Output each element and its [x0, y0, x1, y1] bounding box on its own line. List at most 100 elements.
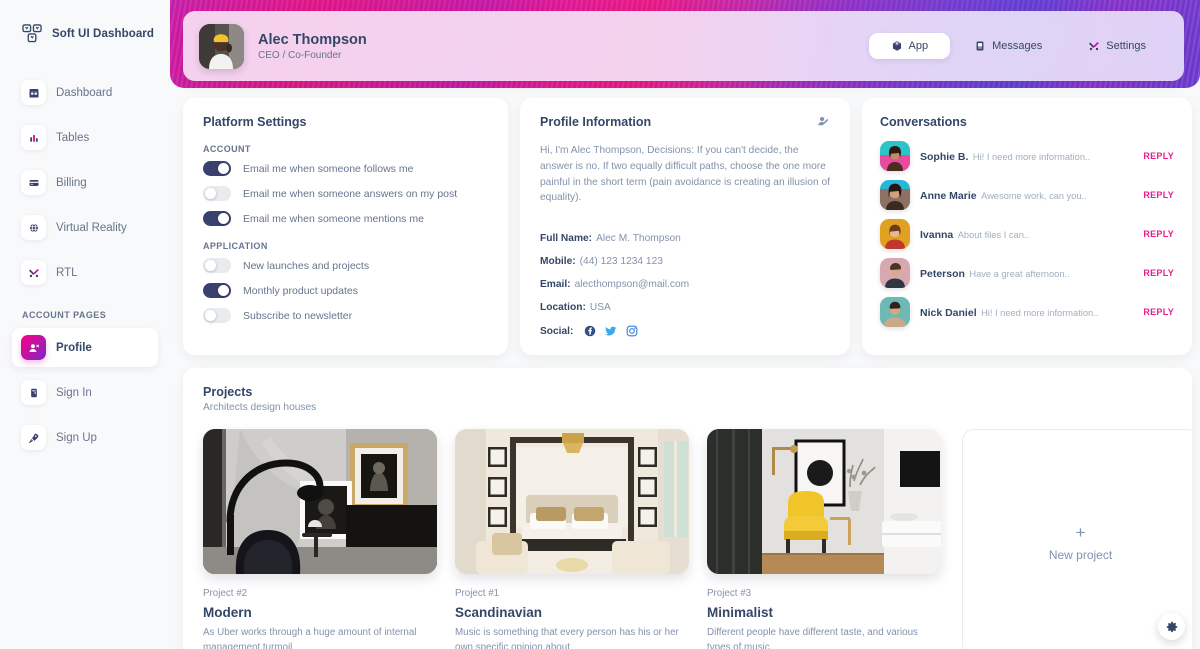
- project-name[interactable]: Scandinavian: [455, 605, 689, 620]
- gear-icon: [1166, 621, 1178, 633]
- tab-settings[interactable]: Settings: [1066, 33, 1168, 59]
- sidebar-item-profile[interactable]: Profile: [12, 328, 158, 367]
- toggle-newsletter[interactable]: [203, 308, 231, 323]
- new-project-card[interactable]: + New project: [962, 429, 1192, 649]
- account-section-label: ACCOUNT: [203, 144, 251, 154]
- field-location: Location: USA: [540, 302, 830, 313]
- list-item[interactable]: Peterson Have a great afternoon.. REPLY: [880, 258, 1174, 288]
- sign-up-rocket-icon: [21, 425, 46, 450]
- app-cube-icon: [891, 40, 903, 52]
- project-description: As Uber works through a huge amount of i…: [203, 627, 417, 649]
- toggle-knob: [205, 188, 216, 199]
- toggle-email-answers[interactable]: [203, 186, 231, 201]
- reply-button[interactable]: REPLY: [1143, 151, 1174, 161]
- project-number: Project #1: [455, 588, 500, 599]
- application-section-label: APPLICATION: [203, 241, 268, 251]
- project-image-minimalist[interactable]: [707, 429, 941, 574]
- tab-app[interactable]: App: [868, 33, 951, 59]
- avatar: [880, 297, 910, 327]
- platform-settings-title: Platform Settings: [203, 115, 307, 129]
- contact-message: Awesome work, can you..: [981, 191, 1087, 201]
- sidebar-item-billing[interactable]: Billing: [12, 163, 158, 202]
- tab-label: Messages: [992, 40, 1043, 52]
- projects-card: Projects Architects design houses Projec…: [183, 368, 1192, 649]
- tab-label: Settings: [1106, 40, 1146, 52]
- field-label: Full Name:: [540, 233, 593, 245]
- edit-user-icon[interactable]: [817, 115, 830, 133]
- project-name[interactable]: Modern: [203, 605, 437, 620]
- conversation-meta: Sophie B. Hi! I need more information..: [920, 147, 1133, 165]
- project-card-scandinavian[interactable]: Project #1 Scandinavian Music is somethi…: [455, 429, 707, 649]
- setting-label: Monthly product updates: [243, 284, 358, 297]
- projects-title: Projects: [203, 385, 253, 399]
- plus-icon: +: [1075, 523, 1086, 542]
- sidebar-item-label: RTL: [56, 266, 78, 279]
- new-project-label: New project: [1048, 548, 1113, 562]
- setting-row: Email me when someone follows me: [203, 161, 488, 176]
- profile-header-text: Alec Thompson CEO / Co-Founder: [258, 31, 367, 61]
- toggle-monthly-updates[interactable]: [203, 283, 231, 298]
- toggle-knob: [218, 213, 229, 224]
- avatar: [880, 141, 910, 171]
- reply-button[interactable]: REPLY: [1143, 190, 1174, 200]
- avatar: [880, 258, 910, 288]
- toggle-email-mentions[interactable]: [203, 211, 231, 226]
- sidebar-item-sign-up[interactable]: Sign Up: [12, 418, 158, 457]
- project-card-modern[interactable]: Project #2 Modern As Uber works through …: [203, 429, 455, 649]
- reply-button[interactable]: REPLY: [1143, 268, 1174, 278]
- field-value: alecthompson@mail.com: [574, 279, 690, 291]
- sidebar-item-dashboard[interactable]: Dashboard: [12, 73, 158, 112]
- list-item[interactable]: Anne Marie Awesome work, can you.. REPLY: [880, 180, 1174, 210]
- sidebar-item-rtl[interactable]: RTL: [12, 253, 158, 292]
- reply-button[interactable]: REPLY: [1143, 307, 1174, 317]
- setting-label: Subscribe to newsletter: [243, 309, 353, 322]
- sidebar-item-label: Dashboard: [56, 86, 113, 99]
- avatar[interactable]: [199, 23, 244, 69]
- tables-icon: [21, 125, 46, 150]
- toggle-email-follows[interactable]: [203, 161, 231, 176]
- project-name[interactable]: Minimalist: [707, 605, 941, 620]
- project-number: Project #2: [203, 588, 248, 599]
- sidebar-item-virtual-reality[interactable]: Virtual Reality: [12, 208, 158, 247]
- list-item[interactable]: Sophie B. Hi! I need more information.. …: [880, 141, 1174, 171]
- instagram-icon[interactable]: [626, 325, 638, 337]
- profile-header-card: Alec Thompson CEO / Co-Founder App Messa…: [183, 11, 1184, 81]
- project-card-minimalist[interactable]: Project #3 Minimalist Different people h…: [707, 429, 959, 649]
- field-label: Mobile:: [540, 256, 576, 268]
- contact-message: Hi! I need more information..: [972, 152, 1091, 162]
- toggle-knob: [205, 260, 216, 271]
- toggle-new-launches[interactable]: [203, 258, 231, 273]
- settings-fab-button[interactable]: [1158, 613, 1185, 640]
- twitter-icon[interactable]: [605, 325, 617, 337]
- sidebar-item-label: Billing: [56, 176, 87, 189]
- list-item[interactable]: Nick Daniel Hi! I need more information.…: [880, 297, 1174, 327]
- facebook-icon[interactable]: [584, 325, 596, 337]
- contact-name: Peterson: [920, 268, 965, 280]
- soft-ui-logo-icon: [22, 24, 43, 43]
- conversation-meta: Nick Daniel Hi! I need more information.…: [920, 303, 1133, 321]
- setting-label: Email me when someone follows me: [243, 162, 414, 175]
- field-email: Email: alecthompson@mail.com: [540, 279, 830, 290]
- field-mobile: Mobile: (44) 123 1234 123: [540, 256, 830, 267]
- avatar: [880, 180, 910, 210]
- toggle-knob: [218, 285, 229, 296]
- credit-card-icon: [21, 170, 46, 195]
- projects-subtitle: Architects design houses: [203, 402, 317, 413]
- reply-button[interactable]: REPLY: [1143, 229, 1174, 239]
- list-item[interactable]: Ivanna About files I can.. REPLY: [880, 219, 1174, 249]
- sidebar-item-sign-in[interactable]: Sign In: [12, 373, 158, 412]
- conversation-meta: Ivanna About files I can..: [920, 225, 1133, 243]
- sidebar-item-tables[interactable]: Tables: [12, 118, 158, 157]
- brand[interactable]: Soft UI Dashboard: [0, 18, 170, 43]
- tab-messages[interactable]: Messages: [952, 33, 1064, 59]
- field-value: Alec M. Thompson: [596, 233, 681, 245]
- profile-information-card: Profile Information Hi, I'm Alec Thompso…: [520, 98, 850, 355]
- avatar: [880, 219, 910, 249]
- project-image-scandinavian[interactable]: [455, 429, 689, 574]
- setting-row: Email me when someone mentions me: [203, 211, 488, 226]
- page-title: Alec Thompson: [258, 31, 367, 48]
- profile-information-title: Profile Information: [540, 115, 652, 129]
- sidebar-item-label: Sign In: [56, 386, 92, 399]
- settings-tools-icon: [1088, 40, 1100, 52]
- project-image-modern[interactable]: [203, 429, 437, 574]
